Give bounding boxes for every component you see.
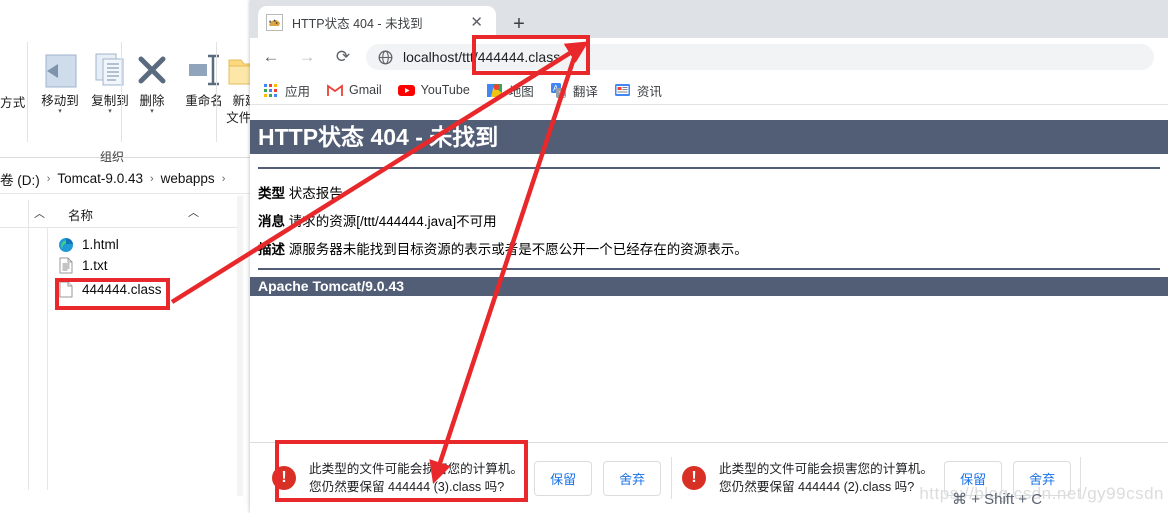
bookmark-label: 地图 [508,84,534,99]
new-folder-icon [222,50,252,92]
bookmarks-bar: 应用 Gmail YouTube 地图 A 文 翻译 资讯 [250,76,1168,105]
bookmark-gmail[interactable]: Gmail [326,82,382,99]
list-item[interactable]: 1.html [56,234,252,255]
ribbon-partial-label: 方式 [0,96,26,110]
list-item[interactable]: 1.txt [56,255,252,276]
move-to-icon [34,50,86,92]
annotation-box-file [55,278,170,310]
new-tab-button[interactable]: + [506,11,532,37]
ribbon-button-new-folder[interactable]: 新建 文件夹 [222,50,252,126]
gmail-icon [326,82,343,99]
svg-text:文: 文 [558,88,566,98]
ribbon-label-new-folder-line2: 文件夹 [226,111,252,125]
chrome-browser-window: HTTP状态 404 - 未找到 ✕ + ← → ⟳ localhost/ttt… [250,0,1168,513]
ribbon-divider-right [216,42,217,142]
screenshot-root: 方式 移动到 ▾ 复制到 ▾ 删除 ▾ 重命名 新建 文件 组织 卷 (D:) … [0,0,1168,513]
ribbon-divider-middle [121,42,122,142]
annotation-box-download-prompt [275,440,528,502]
download-warning-line1: 此类型的文件可能会损害您的计算机。 [719,462,934,476]
ribbon-divider-left [27,42,28,142]
error-description-value: 源服务器未能找到目标资源的表示或者是不愿公开一个已经存在的资源表示。 [288,242,748,257]
maps-icon [486,82,503,99]
warning-circle-icon: ! [682,466,706,490]
error-description-label: 描述 [258,242,285,257]
error-message-label: 消息 [258,214,285,229]
back-button[interactable]: ← [256,42,286,72]
error-message-row: 消息 请求的资源[/ttt/444444.java]不可用 [258,210,497,230]
shelf-divider [671,457,672,499]
ribbon-group-label-organize: 组织 [100,150,125,164]
tab-title: HTTP状态 404 - 未找到 [292,16,423,31]
bookmark-news[interactable]: 资讯 [614,81,662,100]
breadcrumb-item-webapps[interactable]: webapps [161,171,215,186]
shortcut-hint: ⌘ + Shift + C [952,491,1043,508]
explorer-ribbon: 方式 移动到 ▾ 复制到 ▾ 删除 ▾ 重命名 新建 文件 组织 [0,36,252,164]
file-name: 1.txt [82,258,108,273]
bookmark-label: 翻译 [572,84,598,99]
breadcrumb[interactable]: 卷 (D:) › Tomcat-9.0.43 › webapps › [0,164,252,194]
bookmark-youtube[interactable]: YouTube [397,82,470,99]
page-title: HTTP状态 404 - 未找到 [250,120,1168,154]
bookmark-label: 资讯 [636,84,662,99]
browser-tab[interactable]: HTTP状态 404 - 未找到 ✕ [258,6,496,38]
error-type-row: 类型 状态报告 [258,182,343,202]
tab-strip: HTTP状态 404 - 未找到 ✕ + [250,0,1168,38]
ribbon-label-move-to: 移动到 [41,94,79,108]
bookmark-apps[interactable]: 应用 [262,81,310,100]
bookmark-translate[interactable]: A 文 翻译 [550,81,598,100]
close-icon[interactable]: ✕ [465,15,488,30]
error-message-value: 请求的资源[/ttt/444444.java]不可用 [288,214,497,229]
error-description-row: 描述 源服务器未能找到目标资源的表示或者是不愿公开一个已经存在的资源表示。 [258,238,748,258]
file-explorer-window: 方式 移动到 ▾ 复制到 ▾ 删除 ▾ 重命名 新建 文件 组织 卷 (D:) … [0,0,252,513]
server-version-footer: Apache Tomcat/9.0.43 [250,277,1168,296]
browser-toolbar: ← → ⟳ localhost/ttt/444444.class [250,38,1168,76]
chevron-up-icon[interactable]: ︿ [34,205,45,221]
text-file-icon [56,257,76,275]
reload-button[interactable]: ⟳ [328,42,358,72]
chevron-down-icon[interactable]: ▾ [34,108,86,115]
tomcat-error-page: HTTP状态 404 - 未找到 类型 状态报告 消息 请求的资源[/ttt/4… [250,105,1168,450]
keep-button[interactable]: 保留 [534,460,593,496]
delete-icon [126,50,178,92]
column-header-name[interactable]: 名称 [68,205,93,224]
apps-grid-icon [262,82,279,99]
news-icon [614,82,631,99]
breadcrumb-separator-trailing: › [221,172,226,185]
file-list-column-header: ︿ 名称 ︿ [0,200,252,228]
edge-browser-icon [56,236,76,254]
sort-ascending-icon[interactable]: ︿ [188,204,199,220]
tomcat-cat-icon [266,13,283,31]
bookmark-label: 应用 [285,84,311,99]
explorer-tree-divider [47,228,48,490]
breadcrumb-item-tomcat[interactable]: Tomcat-9.0.43 [57,171,143,186]
download-warning-text: 此类型的文件可能会损害您的计算机。 您仍然要保留 444444 (2).clas… [719,460,933,496]
breadcrumb-item-drive[interactable]: 卷 (D:) [0,169,40,189]
download-warning-line2: 您仍然要保留 444444 (2).class 吗? [719,480,915,494]
chevron-down-icon[interactable]: ▾ [126,108,178,115]
bookmark-label: Gmail [349,83,382,97]
error-type-value: 状态报告 [288,186,343,201]
breadcrumb-separator: › [149,172,154,185]
ribbon-label-new-folder-line1: 新建 [232,94,252,108]
explorer-pane-divider [28,200,29,490]
translate-icon: A 文 [550,82,567,99]
file-name: 1.html [82,237,119,252]
divider-bottom [258,268,1160,270]
ribbon-button-move-to[interactable]: 移动到 ▾ [34,50,86,115]
ribbon-label-delete: 删除 [139,94,165,108]
ribbon-button-delete[interactable]: 删除 ▾ [126,50,178,115]
globe-icon [378,50,393,65]
annotation-box-url [472,35,590,75]
forward-button[interactable]: → [292,42,322,72]
breadcrumb-separator: › [46,172,51,185]
divider-top [258,167,1160,169]
bookmark-maps[interactable]: 地图 [486,81,534,100]
discard-button[interactable]: 舍弃 [603,460,662,496]
bookmark-label: YouTube [420,83,470,97]
youtube-icon [397,82,415,99]
error-type-label: 类型 [258,186,285,201]
